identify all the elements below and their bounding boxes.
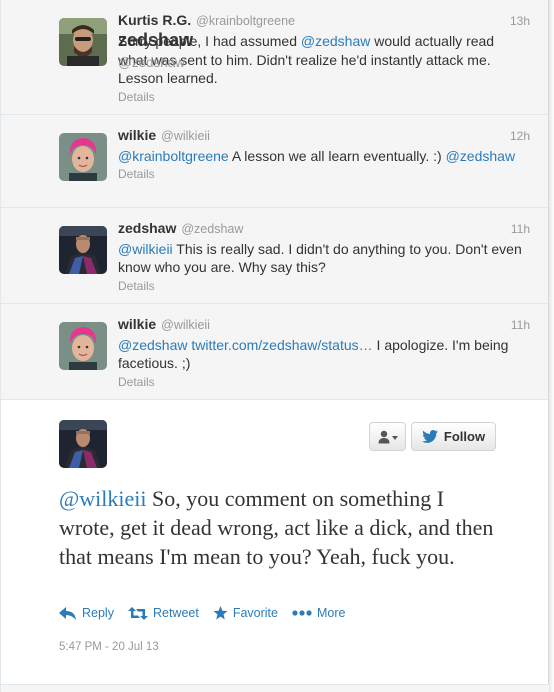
details-link[interactable]: Details — [118, 167, 536, 181]
tweet-time[interactable]: 11h — [511, 318, 536, 332]
mention-link[interactable]: @zedshaw — [118, 337, 187, 353]
main-tweet-text: @wilkieii So, you comment on something I… — [59, 484, 499, 571]
favorite-button[interactable]: Favorite — [213, 606, 278, 620]
tweet-timestamp[interactable]: 5:47 PM - 20 Jul 13 — [59, 641, 159, 653]
more-icon — [292, 610, 312, 616]
user-icon — [378, 430, 398, 443]
tweet-time[interactable]: 13h — [510, 14, 536, 28]
user-actions-dropdown[interactable] — [369, 422, 406, 451]
details-link[interactable]: Details — [118, 375, 536, 389]
favorite-label: Favorite — [232, 606, 278, 620]
avatar[interactable] — [59, 225, 107, 274]
author-username[interactable]: @zedshaw — [181, 222, 243, 236]
tweet-text: @zedshaw twitter.com/zedshaw/status… I a… — [118, 336, 536, 373]
follow-button[interactable]: Follow — [411, 422, 496, 451]
details-link[interactable]: Details — [118, 279, 536, 293]
footer-divider — [1, 684, 550, 692]
follow-label: Follow — [443, 429, 486, 444]
avatar[interactable] — [59, 321, 107, 370]
author-fullname[interactable]: zedshaw — [118, 220, 176, 236]
avatar[interactable] — [59, 132, 107, 181]
tweet-text-segment: A lesson we all learn eventually. :) — [228, 147, 446, 164]
mention-link[interactable]: @zedshaw — [301, 33, 370, 49]
tweet-actions: Reply Retweet Favorite More — [59, 606, 359, 620]
avatar-zedshaw[interactable] — [59, 420, 107, 468]
more-label: More — [316, 606, 346, 620]
mention-link[interactable]: @zedshaw — [446, 148, 515, 164]
reply-label: Reply — [82, 606, 114, 620]
conversation-panel: Kurtis R.G. @krainboltgreene 13h Sorry peop… — [0, 0, 550, 692]
reply-tweet[interactable]: Kurtis R.G. @krainboltgreene 13h Sorry peop… — [1, 0, 548, 115]
tweet-text: @krainboltgreene A lesson we all learn e… — [118, 147, 536, 166]
author-fullname[interactable]: wilkie — [118, 316, 156, 332]
reply-tweet[interactable]: zedshaw @zedshaw 11h @wilkieii This is real… — [1, 207, 548, 304]
tweet-time[interactable]: 11h — [511, 222, 536, 236]
reply-tweet[interactable]: wilkie @wilkieii 11h @zedshaw twitter.com/z… — [1, 303, 548, 400]
main-mention[interactable]: @wilkieii — [59, 486, 146, 511]
tweet-text-segment: This is really sad. I didn't do anything… — [118, 240, 522, 276]
favorite-icon — [213, 606, 228, 620]
retweet-icon — [127, 606, 148, 620]
tweet-header: wilkie @wilkieii 12h — [118, 127, 536, 147]
mention-link[interactable]: @wilkieii — [118, 241, 173, 257]
tweet-header: wilkie @wilkieii 11h — [118, 316, 536, 336]
author-fullname[interactable]: Kurtis R.G. — [118, 12, 191, 28]
main-username[interactable]: @zedshaw — [118, 55, 185, 70]
details-link[interactable]: Details — [118, 90, 536, 104]
retweet-label: Retweet — [152, 606, 199, 620]
mention-link[interactable]: @krainboltgreene — [118, 148, 229, 164]
author-username[interactable]: @wilkieii — [161, 318, 210, 332]
author-fullname[interactable]: wilkie — [118, 127, 156, 143]
tweet-header: zedshaw @zedshaw 11h — [118, 220, 536, 240]
author-username[interactable]: @krainboltgreene — [196, 14, 295, 28]
panel-shadow — [549, 0, 554, 692]
reply-icon — [59, 606, 76, 620]
reply-button[interactable]: Reply — [59, 606, 114, 620]
url-link[interactable]: twitter.com/zedshaw/status… — [191, 337, 372, 353]
reply-tweet[interactable]: wilkie @wilkieii 12h @krainboltgreene A les… — [1, 114, 548, 208]
twitter-bird-icon — [421, 430, 438, 443]
author-username[interactable]: @wilkieii — [161, 129, 210, 143]
tweet-text: @wilkieii This is really sad. I didn't d… — [118, 240, 536, 277]
more-button[interactable]: More — [292, 606, 345, 620]
retweet-button[interactable]: Retweet — [127, 606, 199, 620]
tweet-time[interactable]: 12h — [510, 129, 536, 143]
reply-list: Kurtis R.G. @krainboltgreene 13h Sorry peop… — [1, 0, 548, 400]
avatar[interactable] — [59, 18, 107, 66]
tweet-header: Kurtis R.G. @krainboltgreene 13h — [118, 12, 536, 32]
main-fullname[interactable]: zedshaw — [118, 30, 193, 51]
